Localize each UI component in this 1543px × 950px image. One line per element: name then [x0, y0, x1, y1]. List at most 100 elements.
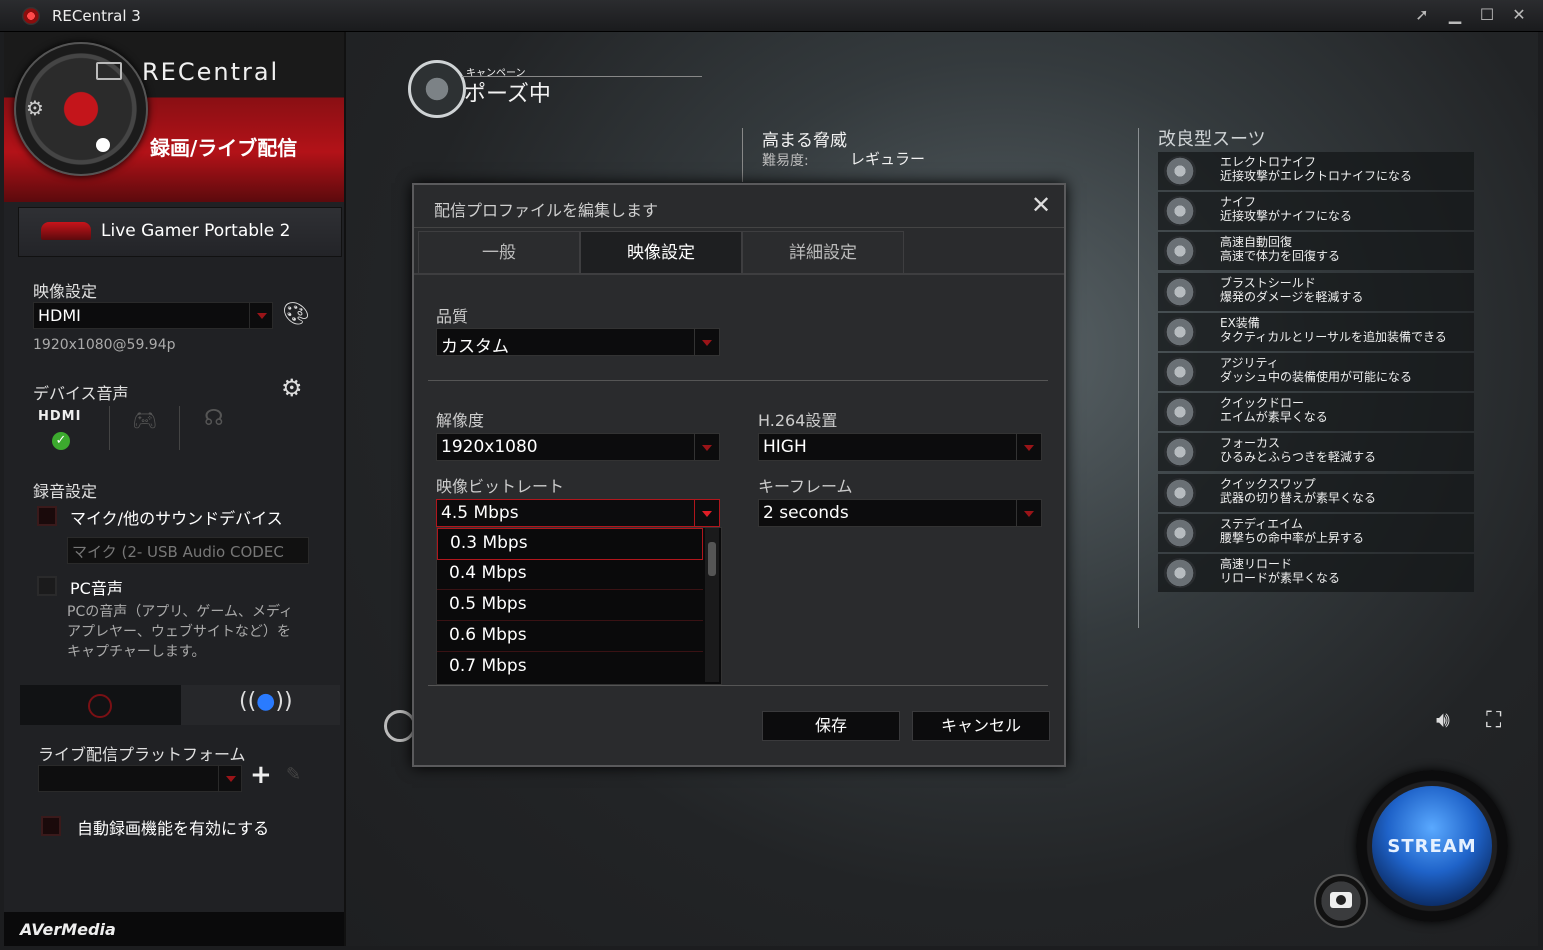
edit-pencil-icon[interactable]: ✎: [286, 764, 301, 785]
suit-row: ステディエイム 腰撃ちの命中率が上昇する: [1158, 513, 1474, 552]
auto-record-checkbox[interactable]: [41, 816, 61, 836]
device-selector[interactable]: Live Gamer Portable 2: [18, 207, 342, 257]
bitrate-option[interactable]: 0.3 Mbps: [437, 528, 703, 560]
mic-device-dropdown[interactable]: マイク (2- USB Audio CODEC: [67, 537, 309, 564]
folder-icon[interactable]: [96, 62, 122, 80]
mission-divider: [742, 128, 743, 182]
suit-description: リロードが素早くなる: [1220, 571, 1341, 585]
tab-general[interactable]: 一般: [418, 231, 580, 275]
suit-icon: [1164, 236, 1196, 267]
mic-device-value: マイク (2- USB Audio CODEC: [72, 543, 284, 561]
suits-divider: [1138, 128, 1139, 628]
audio-hdmi-label: HDMI: [38, 409, 82, 424]
app-icon: [22, 7, 40, 25]
bitrate-option-label: 0.3 Mbps: [450, 533, 528, 553]
quality-dropdown[interactable]: カスタム: [436, 328, 720, 357]
pc-audio-checkbox[interactable]: [37, 576, 57, 596]
chevron-down-icon: [249, 303, 272, 328]
suit-description: 武器の切り替えが素早くなる: [1220, 490, 1377, 505]
record-dot-icon[interactable]: [96, 138, 110, 152]
device-name: Live Gamer Portable 2: [101, 221, 291, 241]
suit-row: フォーカス ひるみとふらつきを軽減する: [1158, 433, 1474, 472]
video-source-dropdown[interactable]: HDMI: [33, 302, 273, 329]
device-icon: [41, 222, 91, 240]
suit-icon: [1164, 437, 1196, 468]
volume-icon[interactable]: 🔊︎: [1436, 708, 1450, 733]
bitrate-value: 4.5 Mbps: [441, 503, 519, 523]
check-icon: ✓: [52, 432, 70, 450]
maximize-button[interactable]: ☐: [1475, 4, 1499, 26]
audio-settings-gear-icon[interactable]: ⚙: [281, 374, 303, 402]
close-icon[interactable]: ✕: [1026, 191, 1056, 221]
stream-button[interactable]: STREAM: [1372, 786, 1492, 906]
window-title: RECentral 3: [52, 7, 141, 25]
suit-description: 腰撃ちの命中率が上昇する: [1220, 530, 1365, 545]
gear-icon[interactable]: ⚙: [26, 96, 44, 120]
controller-icon[interactable]: 🎮︎: [132, 408, 157, 432]
minimize-button[interactable]: ▁: [1443, 4, 1467, 26]
add-platform-icon[interactable]: +: [250, 760, 272, 790]
fullscreen-icon[interactable]: ⛶: [1486, 708, 1501, 733]
bitrate-option[interactable]: 0.7 Mbps: [437, 652, 703, 682]
h264-dropdown[interactable]: HIGH: [758, 433, 1042, 461]
bitrate-option-label: 0.6 Mbps: [449, 625, 527, 645]
keyframe-dropdown[interactable]: 2 seconds: [758, 499, 1042, 527]
suit-icon: [1164, 276, 1196, 307]
bitrate-option-label: 0.4 Mbps: [449, 563, 527, 583]
quality-value: カスタム: [441, 337, 509, 357]
platform-dropdown[interactable]: [38, 765, 242, 792]
suits-title: 改良型スーツ: [1158, 129, 1266, 150]
suit-description: 近接攻撃がナイフになる: [1220, 209, 1353, 224]
platform-label: ライブ配信プラットフォーム: [38, 745, 246, 764]
quality-label: 品質: [436, 307, 469, 326]
mic-checkbox[interactable]: [37, 506, 57, 526]
suit-icon: [1164, 196, 1196, 227]
campaign-status: ポーズ中: [464, 82, 551, 107]
bitrate-options-list: 0.3 Mbps 0.4 Mbps 0.5 Mbps 0.6 Mbps 0.7 …: [436, 527, 722, 685]
bitrate-dropdown[interactable]: 4.5 Mbps: [436, 499, 720, 527]
avermedia-logo: AVerMedia: [20, 920, 116, 939]
record-icon: [88, 694, 112, 718]
snapshot-button[interactable]: [1314, 874, 1368, 928]
bitrate-option[interactable]: 0.4 Mbps: [437, 559, 703, 590]
suit-icon: [1164, 477, 1196, 508]
suit-row: 高速自動回復 高速で体力を回復する: [1158, 232, 1474, 271]
headset-icon[interactable]: ☊: [204, 406, 224, 431]
bitrate-option-label: 0.7 Mbps: [449, 656, 527, 676]
footer-bar: AVerMedia: [4, 912, 344, 946]
tab-underline: [414, 273, 1064, 275]
tab-advanced[interactable]: 詳細設定: [742, 231, 904, 275]
stream-tab[interactable]: ((●)): [181, 685, 340, 725]
audio-divider: [179, 406, 180, 450]
footer-divider: [428, 685, 1048, 686]
bitrate-option[interactable]: 0.5 Mbps: [437, 590, 703, 621]
resolution-label: 解像度: [436, 411, 485, 430]
suit-icon: [1164, 517, 1196, 548]
chevron-down-icon: [218, 766, 241, 791]
mic-label: マイク/他のサウンドデバイス: [70, 509, 283, 528]
suit-description: エイムが素早くなる: [1220, 410, 1328, 425]
close-window-button[interactable]: ✕: [1507, 4, 1531, 26]
suit-row: EX装備 タクティカルとリーサルを追加装備できる: [1158, 312, 1474, 351]
mode-label: 録画/ライブ配信: [150, 136, 298, 160]
suit-row: アジリティ ダッシュ中の装備使用が可能になる: [1158, 353, 1474, 391]
suit-row: クイックスワップ 武器の切り替えが素早くなる: [1158, 473, 1474, 512]
camera-icon: [1330, 892, 1352, 908]
keyframe-value: 2 seconds: [763, 503, 849, 523]
list-scroll-thumb[interactable]: [708, 542, 716, 576]
suit-icon: [1164, 357, 1196, 387]
palette-icon[interactable]: 🎨︎: [282, 302, 310, 327]
mode-dial[interactable]: ⚙: [14, 42, 148, 176]
record-tab[interactable]: [20, 685, 181, 725]
difficulty-label: 難易度:: [762, 153, 809, 169]
bitrate-option-label: 0.5 Mbps: [449, 594, 527, 614]
suit-icon: [1164, 558, 1196, 588]
resolution-dropdown[interactable]: 1920x1080: [436, 433, 720, 461]
pin-icon[interactable]: ➚: [1410, 4, 1434, 26]
bitrate-option[interactable]: 0.6 Mbps: [437, 621, 703, 652]
cancel-button[interactable]: キャンセル: [912, 711, 1050, 741]
save-button[interactable]: 保存: [762, 711, 900, 741]
campaign-emblem-icon: [408, 60, 466, 118]
chevron-down-icon: [1016, 434, 1041, 460]
tab-video-settings[interactable]: 映像設定: [580, 231, 742, 274]
